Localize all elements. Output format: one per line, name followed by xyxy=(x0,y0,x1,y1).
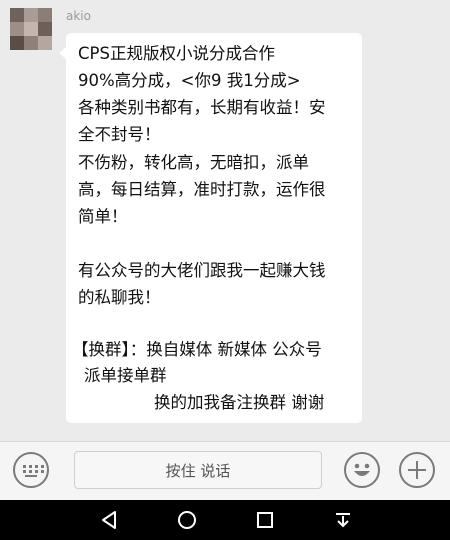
key-dot xyxy=(41,470,44,473)
key-dot xyxy=(29,465,32,468)
keyboard-icon[interactable] xyxy=(13,452,49,488)
chat-area: akio CPS正规版权小说分成合作 90%高分成，<你9 我1分成> 各种类别… xyxy=(0,0,450,441)
avatar-pixel xyxy=(38,36,52,50)
key-dot xyxy=(35,465,38,468)
message-line: 90%高分成，<你9 我1分成> xyxy=(78,71,301,90)
key-dot xyxy=(41,465,44,468)
back-icon[interactable] xyxy=(98,509,120,531)
notification-pulldown-icon[interactable] xyxy=(332,509,354,531)
hold-to-talk-button[interactable]: 按住 说话 xyxy=(74,451,322,489)
avatar-pixel xyxy=(38,22,52,36)
avatar-pixel xyxy=(24,36,38,50)
avatar-pixel xyxy=(24,22,38,36)
message-line: CPS正规版权小说分成合作 xyxy=(78,44,275,63)
avatar-pixel xyxy=(10,22,24,36)
message-line: 派单接单群 xyxy=(84,366,167,385)
space-key xyxy=(25,475,37,477)
avatar-pixel xyxy=(38,8,52,22)
message-line: 换的加我备注换群 谢谢 xyxy=(154,393,325,412)
message-line: 全不封号！ xyxy=(78,125,161,144)
home-icon[interactable] xyxy=(176,509,198,531)
avatar-pixel xyxy=(10,8,24,22)
avatar-pixel xyxy=(24,8,38,22)
avatar-pixel xyxy=(10,36,24,50)
message-line: 不伤粉，转化高，无暗扣，派单 xyxy=(78,153,309,172)
message-line: 简单！ xyxy=(78,207,128,226)
sender-name: akio xyxy=(66,9,91,23)
message-line: 的私聊我！ xyxy=(78,288,161,307)
message-line: 各种类别书都有，长期有收益！安 xyxy=(78,98,326,117)
recents-icon[interactable] xyxy=(254,509,276,531)
emoji-icon[interactable] xyxy=(344,452,380,488)
system-nav-bar xyxy=(0,500,450,540)
input-bar: 按住 说话 xyxy=(0,441,450,500)
key-dot xyxy=(35,470,38,473)
key-dot xyxy=(23,470,26,473)
key-dot xyxy=(23,465,26,468)
plus-icon[interactable] xyxy=(399,452,435,488)
key-dot xyxy=(29,470,32,473)
message-line: 高，每日结算，准时打款，运作很 xyxy=(78,180,326,199)
message-bubble[interactable]: CPS正规版权小说分成合作 90%高分成，<你9 我1分成> 各种类别书都有，长… xyxy=(59,33,362,423)
message-line: 有公众号的大佬们跟我一起赚大钱 xyxy=(78,261,326,280)
message-line: 【换群】：换自媒体 新媒体 公众号 xyxy=(72,340,322,359)
avatar[interactable] xyxy=(10,8,52,50)
